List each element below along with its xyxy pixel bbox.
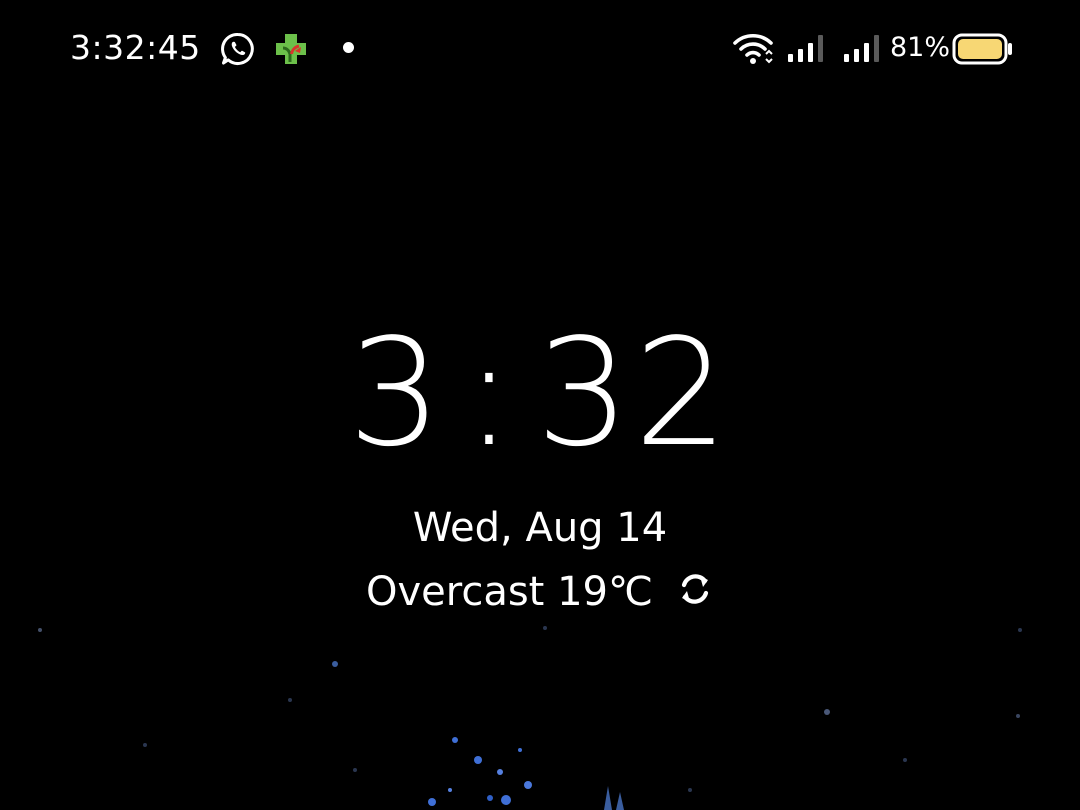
clock-separator: : <box>463 307 518 479</box>
whatsapp-icon <box>221 32 254 65</box>
battery-fill <box>958 39 1002 59</box>
wifi-icon <box>733 33 773 64</box>
more-notifications-dot <box>343 42 354 53</box>
battery-icon <box>952 33 1012 65</box>
clock-minutes: 32 <box>535 307 733 479</box>
signal-strength-sim1-icon <box>788 35 823 62</box>
battery-percentage: 81% <box>890 32 951 63</box>
clock-hour: 3 <box>347 307 446 479</box>
signal-strength-sim2-icon <box>844 35 879 62</box>
wallpaper-particles <box>38 626 1022 810</box>
status-time: 3:32:45 <box>70 28 201 67</box>
lock-screen-clock: 3:32 <box>0 318 1080 468</box>
health-app-icon <box>276 34 306 64</box>
lock-screen-date: Wed, Aug 14 <box>412 505 668 551</box>
status-bar: 3:32:45 81% <box>0 0 1080 96</box>
